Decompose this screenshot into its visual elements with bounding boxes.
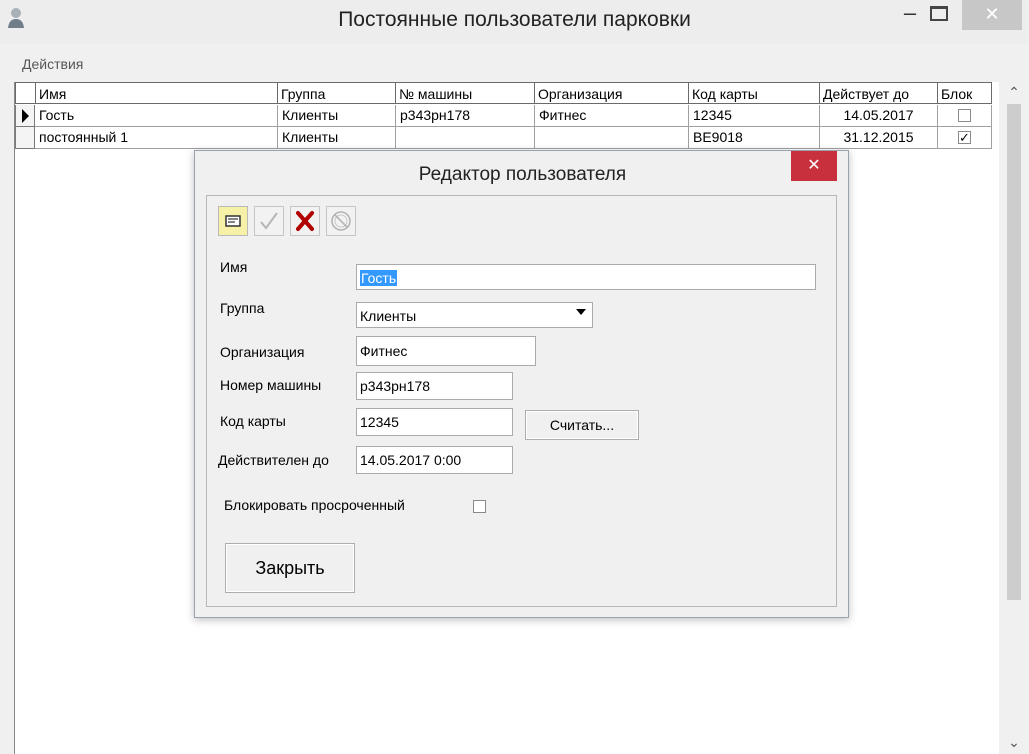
table-row[interactable]: постоянный 1 Клиенты BE9018 31.12.2015 ✓ <box>15 127 992 149</box>
valid-until-input[interactable]: 14.05.2017 0:00 <box>356 446 513 474</box>
cell-card[interactable]: 12345 <box>689 105 820 127</box>
cell-blocked[interactable]: ✓ <box>938 127 992 149</box>
save-button[interactable] <box>254 206 284 236</box>
table-row[interactable]: Гость Клиенты р343рн178 Фитнес 12345 14.… <box>15 105 992 127</box>
column-header-card[interactable]: Код карты <box>689 82 820 104</box>
car-number-label: Номер машины <box>220 377 322 393</box>
checkmark-icon <box>260 212 278 230</box>
chevron-down-icon <box>576 309 586 315</box>
card-code-label: Код карты <box>220 413 286 429</box>
name-label: Имя <box>220 259 248 275</box>
red-x-icon <box>296 211 314 231</box>
column-header-blocked[interactable]: Блок <box>938 82 992 104</box>
window-title: Постоянные пользователи парковки <box>338 8 691 31</box>
dialog-title: Редактор пользователя <box>418 164 627 185</box>
column-header-name[interactable]: Имя <box>36 82 278 104</box>
block-expired-checkbox[interactable] <box>473 500 486 513</box>
menu-actions[interactable]: Действия <box>22 56 83 72</box>
delete-button[interactable] <box>290 206 320 236</box>
column-header-valid[interactable]: Действует до <box>820 82 938 104</box>
group-select-value: Клиенты <box>360 308 417 324</box>
cell-name[interactable]: постоянный 1 <box>35 127 278 149</box>
cell-org[interactable]: Фитнес <box>535 105 689 127</box>
column-header-car[interactable]: № машины <box>396 82 535 104</box>
cell-card[interactable]: BE9018 <box>689 127 820 149</box>
minimize-button[interactable]: – <box>895 2 925 28</box>
row-selector[interactable] <box>15 127 35 149</box>
cell-blocked[interactable] <box>938 105 992 127</box>
maximize-button[interactable] <box>930 6 950 22</box>
cell-org[interactable] <box>535 127 689 149</box>
cell-car[interactable]: р343рн178 <box>396 105 535 127</box>
current-row-arrow-icon <box>22 109 29 123</box>
cell-valid[interactable]: 14.05.2017 <box>820 105 938 127</box>
name-input[interactable]: Гость <box>356 264 816 290</box>
org-label: Организация <box>220 344 305 360</box>
card-code-input[interactable]: 12345 <box>356 408 513 436</box>
scroll-down-icon[interactable]: ⌄ <box>999 732 1029 752</box>
group-select[interactable]: Клиенты <box>356 302 593 328</box>
scroll-thumb[interactable] <box>1007 104 1021 600</box>
cell-name[interactable]: Гость <box>35 105 278 127</box>
org-input[interactable]: Фитнес <box>356 336 536 366</box>
blocked-checkbox[interactable]: ✓ <box>958 131 971 144</box>
read-card-button[interactable]: Считать... <box>525 410 639 440</box>
cell-group[interactable]: Клиенты <box>278 127 396 149</box>
edit-card-icon <box>225 215 241 227</box>
row-selector[interactable] <box>15 105 35 127</box>
dialog-close-button[interactable]: ✕ <box>791 151 837 181</box>
title-bar: Постоянные пользователи парковки – ✕ <box>0 0 1029 44</box>
cancel-button[interactable] <box>326 206 356 236</box>
column-header-org[interactable]: Организация <box>535 82 689 104</box>
vertical-scrollbar[interactable]: ⌃ ⌄ <box>999 82 1029 754</box>
column-header-group[interactable]: Группа <box>278 82 396 104</box>
menu-bar: Действия <box>0 46 1029 76</box>
car-number-input[interactable]: р343рн178 <box>356 372 513 400</box>
cell-group[interactable]: Клиенты <box>278 105 396 127</box>
close-button[interactable]: ✕ <box>962 0 1022 30</box>
maximize-icon <box>930 6 948 21</box>
block-expired-label: Блокировать просроченный <box>224 497 405 513</box>
name-input-value: Гость <box>360 270 398 286</box>
valid-until-label: Действителен до <box>218 452 329 468</box>
group-label: Группа <box>220 300 265 316</box>
grid-header: Имя Группа № машины Организация Код карт… <box>15 82 992 105</box>
scroll-up-icon[interactable]: ⌃ <box>999 82 1029 102</box>
close-dialog-button[interactable]: Закрыть <box>225 543 355 593</box>
user-editor-dialog: Редактор пользователя ✕ Имя Гость Группа… <box>194 150 849 618</box>
cell-valid[interactable]: 31.12.2015 <box>820 127 938 149</box>
blocked-checkbox[interactable] <box>958 109 971 122</box>
edit-button[interactable] <box>218 206 248 236</box>
dialog-body: Имя Гость Группа Клиенты Организация Фит… <box>206 195 837 607</box>
header-row-selector <box>15 82 36 104</box>
cancel-circle-icon <box>331 211 351 231</box>
cell-car[interactable] <box>396 127 535 149</box>
